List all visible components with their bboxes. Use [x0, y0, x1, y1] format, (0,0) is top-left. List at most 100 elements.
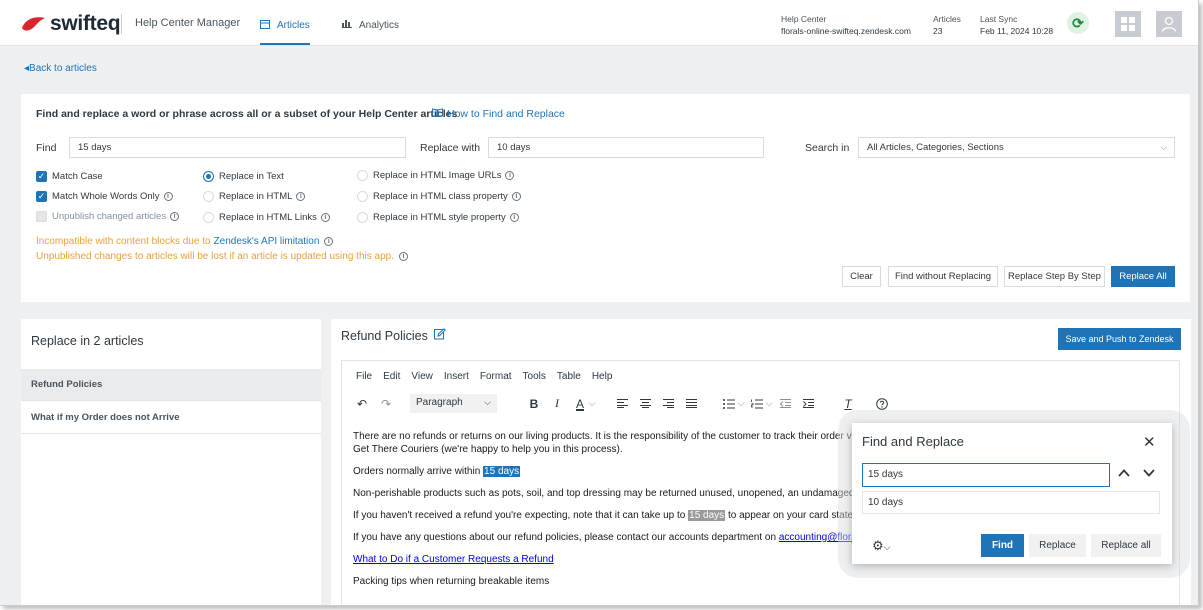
replace-in-style-radio[interactable]	[357, 212, 368, 223]
settings-menu[interactable]: ⚙⌵	[872, 538, 890, 554]
find-button[interactable]: Find	[981, 534, 1024, 557]
sync-icon: ⟳	[1072, 14, 1084, 31]
replace-in-html-option[interactable]: Replace in HTML i	[203, 191, 306, 202]
info-icon[interactable]: i	[170, 212, 180, 221]
info-icon[interactable]: i	[511, 192, 521, 201]
replace-input[interactable]: 10 days	[488, 137, 764, 158]
list-item[interactable]: Refund Policies	[21, 369, 321, 401]
list-item[interactable]: What if my Order does not Arrive	[21, 402, 321, 434]
previous-match-icon[interactable]	[1118, 465, 1130, 480]
chevron-down-icon[interactable]: ⌵	[587, 395, 597, 413]
warning-text: Incompatible with content blocks due to	[36, 236, 211, 247]
close-icon[interactable]: ✕	[1143, 433, 1156, 451]
tab-articles[interactable]: Articles	[260, 19, 310, 32]
article-content[interactable]: There are no refunds or returns on our l…	[353, 430, 891, 597]
undo-icon[interactable]: ↶	[354, 395, 370, 413]
paragraph: If you haven't received a refund you're …	[353, 509, 878, 522]
api-limitation-link[interactable]: Zendesk's API limitation	[214, 236, 320, 247]
menu-help[interactable]: Help	[592, 371, 613, 382]
save-and-push-button[interactable]: Save and Push to Zendesk	[1058, 328, 1181, 350]
match-case-option[interactable]: ✓ Match Case	[36, 171, 103, 182]
last-sync-value: Feb 11, 2024 10:28	[980, 26, 1054, 36]
italic-icon[interactable]: I	[550, 395, 564, 413]
menu-edit[interactable]: Edit	[383, 371, 400, 382]
next-match-icon[interactable]	[1143, 465, 1155, 480]
indent-icon[interactable]	[801, 395, 815, 413]
block-format-select[interactable]: Paragraph ⌵	[410, 394, 497, 413]
menu-insert[interactable]: Insert	[444, 371, 469, 382]
chevron-down-icon[interactable]: ⌵	[736, 395, 746, 413]
outdent-icon[interactable]	[778, 395, 792, 413]
unpublish-checkbox[interactable]	[36, 211, 47, 222]
paragraph-text: Get There Couriers (we're happy to help …	[353, 444, 623, 455]
align-center-icon[interactable]	[638, 395, 652, 413]
menu-format[interactable]: Format	[480, 371, 512, 382]
tab-analytics[interactable]: Analytics	[342, 19, 399, 31]
apps-grid-button[interactable]	[1115, 11, 1141, 37]
info-icon[interactable]: i	[398, 252, 408, 261]
numbered-list-icon[interactable]	[750, 395, 764, 413]
replace-button[interactable]: Replace	[1029, 534, 1086, 557]
menu-tools[interactable]: Tools	[523, 371, 546, 382]
match-case-checkbox[interactable]: ✓	[36, 171, 47, 182]
info-icon[interactable]: i	[324, 237, 334, 246]
align-left-icon[interactable]	[615, 395, 629, 413]
user-avatar[interactable]	[1156, 11, 1182, 37]
back-link-label: Back to articles	[29, 63, 97, 74]
replace-in-style-label: Replace in HTML style property	[373, 212, 506, 223]
menu-file[interactable]: File	[356, 371, 372, 382]
find-input[interactable]: 15 days	[69, 137, 406, 158]
info-icon[interactable]: i	[509, 213, 519, 222]
bold-icon[interactable]: B	[527, 395, 541, 413]
search-in-select[interactable]: All Articles, Categories, Sections ⌵	[858, 137, 1175, 158]
menu-table[interactable]: Table	[557, 371, 581, 382]
replace-step-by-step-button[interactable]: Replace Step By Step	[1004, 266, 1105, 287]
bar-chart-icon	[342, 19, 352, 31]
refund-article-link[interactable]: What to Do if a Customer Requests a Refu…	[353, 554, 554, 565]
how-to-link[interactable]: How to Find and Replace	[432, 108, 565, 120]
article-title-text: Refund Policies	[341, 328, 428, 343]
bullet-list-icon[interactable]	[722, 395, 736, 413]
clear-button[interactable]: Clear	[842, 266, 881, 287]
replace-in-image-urls-option[interactable]: Replace in HTML Image URLs i	[357, 170, 515, 181]
align-justify-icon[interactable]	[684, 395, 698, 413]
match-whole-words-checkbox[interactable]: ✓	[36, 191, 47, 202]
replace-all-dialog-button[interactable]: Replace all	[1091, 534, 1161, 557]
replace-in-style-option[interactable]: Replace in HTML style property i	[357, 212, 519, 223]
replace-in-class-radio[interactable]	[357, 191, 368, 202]
find-without-replacing-button[interactable]: Find without Replacing	[888, 266, 998, 287]
match-whole-words-option[interactable]: ✓ Match Whole Words Only i	[36, 191, 173, 202]
paragraph-text: Orders normally arrive within	[353, 466, 484, 477]
unpublish-option[interactable]: Unpublish changed articles i	[36, 211, 180, 222]
info-icon[interactable]: i	[163, 192, 173, 201]
replace-in-html-links-radio[interactable]	[203, 212, 214, 223]
info-icon[interactable]: i	[505, 171, 515, 180]
paragraph-text: If you haven't received a refund you're …	[353, 510, 689, 521]
replace-in-text-option[interactable]: Replace in Text	[203, 171, 284, 182]
replace-in-html-links-option[interactable]: Replace in HTML Links i	[203, 212, 330, 223]
replace-in-text-radio[interactable]	[203, 171, 214, 182]
match-whole-words-label: Match Whole Words Only	[52, 191, 160, 202]
replace-in-image-urls-radio[interactable]	[357, 170, 368, 181]
edit-icon[interactable]	[433, 328, 446, 343]
chevron-down-icon[interactable]: ⌵	[764, 395, 774, 413]
dialog-replace-input[interactable]: 10 days	[862, 491, 1160, 514]
replace-in-class-option[interactable]: Replace in HTML class property i	[357, 191, 521, 202]
app-window: swifteq Help Center Manager Articles Ana…	[0, 0, 1199, 606]
how-to-label: How to Find and Replace	[447, 108, 565, 120]
back-to-articles-link[interactable]: ◂Back to articles	[24, 63, 97, 74]
redo-icon[interactable]: ↷	[378, 395, 394, 413]
replace-in-html-radio[interactable]	[203, 191, 214, 202]
info-icon[interactable]: i	[296, 192, 306, 201]
align-right-icon[interactable]	[661, 395, 675, 413]
text-color-icon[interactable]: A	[573, 395, 587, 413]
dialog-title: Find and Replace	[862, 434, 964, 449]
replace-all-button[interactable]: Replace All	[1111, 266, 1175, 287]
info-icon[interactable]: i	[320, 213, 330, 222]
menu-view[interactable]: View	[411, 371, 433, 382]
sync-button[interactable]: ⟳	[1067, 12, 1089, 34]
replace-in-image-urls-label: Replace in HTML Image URLs	[373, 170, 502, 181]
brand-logo[interactable]: swifteq	[20, 12, 121, 36]
dialog-find-input[interactable]: 15 days	[862, 463, 1110, 487]
calendar-icon	[260, 19, 270, 32]
